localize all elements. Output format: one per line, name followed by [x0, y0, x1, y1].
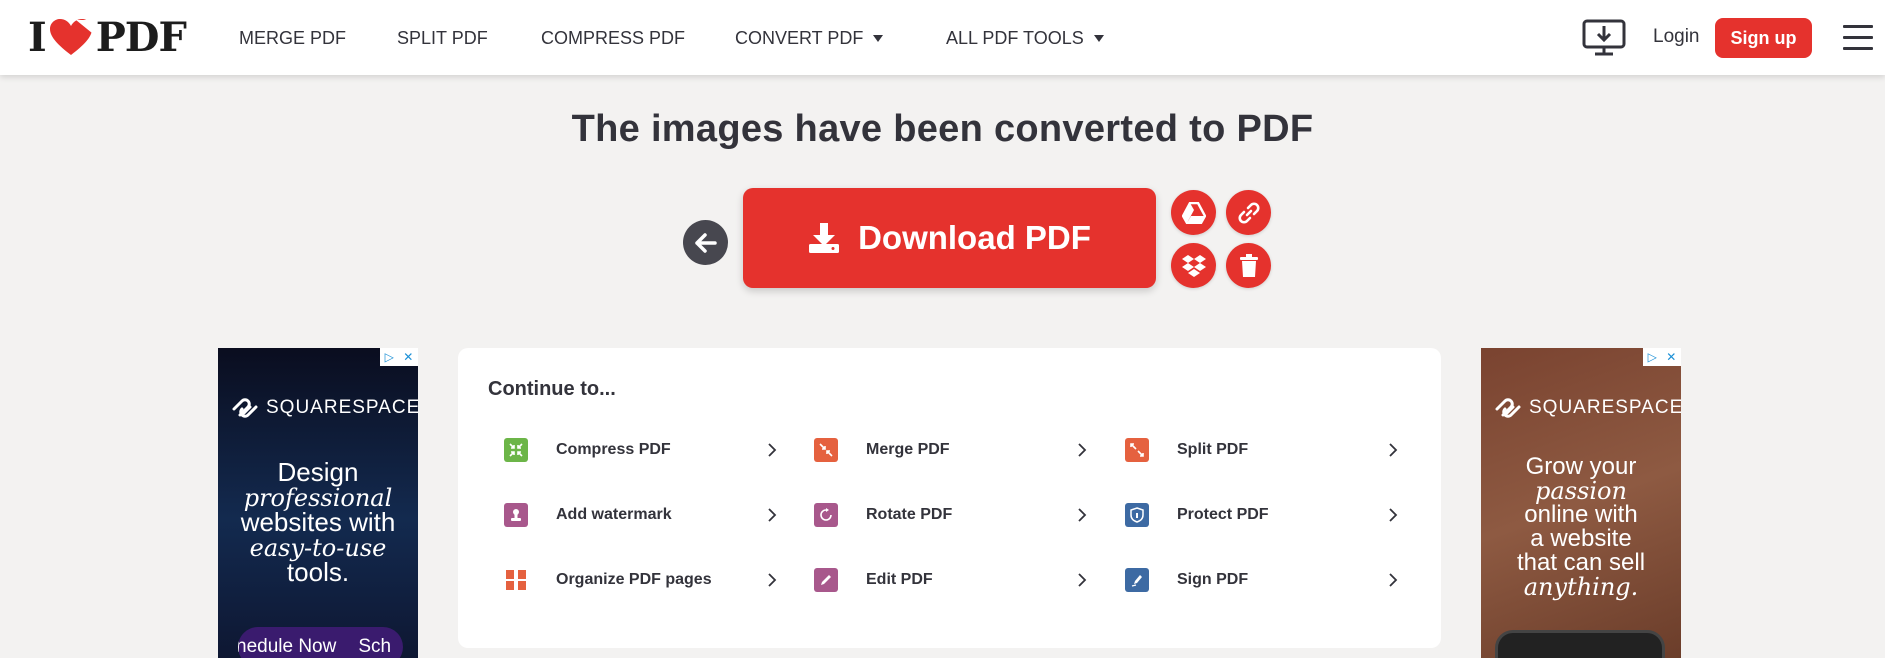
login-link[interactable]: Login [1653, 26, 1700, 48]
desktop-download-icon[interactable] [1582, 19, 1626, 57]
tool-label: Add watermark [556, 506, 672, 523]
signup-button[interactable]: Sign up [1715, 18, 1812, 58]
link-icon [1237, 201, 1260, 224]
chevron-right-icon [1078, 573, 1087, 587]
tool-label: Sign PDF [1177, 571, 1249, 588]
continue-title: Continue to... [488, 378, 616, 400]
nav-label: CONVERT PDF [735, 27, 864, 48]
organize-icon [504, 568, 528, 592]
nav-label: COMPRESS PDF [541, 27, 686, 48]
hamburger-menu-icon[interactable] [1843, 25, 1873, 51]
compress-icon [504, 438, 528, 462]
tool-label: Merge PDF [866, 441, 950, 458]
delete-button[interactable] [1226, 243, 1271, 288]
tool-edit-pdf[interactable]: Edit PDF [798, 555, 1093, 605]
ad-brand: SQUARESPACE [1493, 395, 1681, 421]
back-button[interactable] [683, 220, 728, 265]
squarespace-logo-icon [232, 398, 258, 418]
logo-letter-i: I [28, 13, 47, 61]
adchoices-icon[interactable]: ▷ ✕ [1643, 348, 1681, 366]
chevron-right-icon [1389, 508, 1398, 522]
ad-headline-line: that can sell [1516, 549, 1646, 576]
top-navbar: I PDF MERGE PDF SPLIT PDF COMPRESS PDF C… [0, 0, 1885, 75]
tool-label: Protect PDF [1177, 506, 1269, 523]
ad-headline-line: Design [277, 457, 359, 487]
dropbox-icon [1181, 254, 1206, 277]
ilovepdf-logo[interactable]: I PDF [28, 14, 187, 61]
tool-label: Edit PDF [866, 571, 933, 588]
caret-down-icon [873, 34, 884, 42]
sign-icon [1125, 568, 1149, 592]
tool-compress-pdf[interactable]: Compress PDF [488, 425, 783, 475]
ad-headline-line: tools. [286, 557, 350, 587]
ad-headline-line: online with [1524, 501, 1638, 528]
nav-all-pdf-tools-dropdown[interactable]: ALL PDF TOOLS [946, 26, 1104, 50]
tool-label: Compress PDF [556, 441, 671, 458]
ad-headline-line: a website [1530, 525, 1632, 552]
tool-rotate-pdf[interactable]: Rotate PDF [798, 490, 1093, 540]
google-drive-button[interactable] [1171, 190, 1216, 235]
ad-phone-image [1495, 630, 1665, 658]
advertisement-left[interactable]: ▷ ✕ SQUARESPACE Design professional websi… [218, 348, 418, 658]
chevron-right-icon [768, 443, 777, 457]
ad-headline-line: Grow your [1525, 453, 1637, 480]
tool-sign-pdf[interactable]: Sign PDF [1109, 555, 1404, 605]
nav-convert-pdf-dropdown[interactable]: CONVERT PDF [735, 26, 884, 50]
chevron-right-icon [768, 508, 777, 522]
nav-label: MERGE PDF [239, 27, 347, 48]
trash-icon [1239, 253, 1258, 277]
rotate-icon [814, 503, 838, 527]
ad-cta-label: hedule Now [238, 636, 337, 657]
dropbox-button[interactable] [1171, 243, 1216, 288]
chevron-right-icon [1389, 443, 1398, 457]
shield-icon [1125, 503, 1149, 527]
arrow-left-icon [694, 232, 717, 253]
chevron-right-icon [768, 573, 777, 587]
download-icon [809, 223, 840, 253]
caret-down-icon [1093, 34, 1104, 42]
ad-brand: SQUARESPACE [230, 395, 418, 421]
ad-cta-button[interactable]: hedule Now Sch [238, 627, 403, 658]
tool-split-pdf[interactable]: Split PDF [1109, 425, 1404, 475]
adchoices-icon[interactable]: ▷ ✕ [380, 348, 418, 366]
ad-brand-label: SQUARESPACE [266, 397, 418, 418]
nav-merge-pdf[interactable]: MERGE PDF [239, 26, 346, 50]
tool-protect-pdf[interactable]: Protect PDF [1109, 490, 1404, 540]
share-link-button[interactable] [1226, 190, 1271, 235]
heart-icon [49, 19, 92, 55]
tool-add-watermark[interactable]: Add watermark [488, 490, 783, 540]
page-title: The images have been converted to PDF [571, 108, 1314, 150]
download-pdf-button[interactable]: Download PDF [743, 188, 1156, 288]
merge-icon [814, 438, 838, 462]
watermark-icon [504, 503, 528, 527]
advertisement-right[interactable]: ▷ ✕ SQUARESPACE Grow your passion online … [1481, 348, 1681, 658]
chevron-right-icon [1078, 443, 1087, 457]
ad-cta-extra: Sch [358, 636, 392, 657]
google-drive-icon [1181, 201, 1206, 224]
nav-compress-pdf[interactable]: COMPRESS PDF [541, 26, 685, 50]
download-label: Download PDF [858, 219, 1091, 256]
squarespace-logo-icon [1495, 398, 1521, 418]
nav-split-pdf[interactable]: SPLIT PDF [397, 26, 488, 50]
nav-label: SPLIT PDF [397, 27, 488, 48]
ad-headline-italic: anything. [1523, 573, 1639, 601]
chevron-right-icon [1078, 508, 1087, 522]
tool-label: Split PDF [1177, 441, 1249, 458]
tool-organize-pdf-pages[interactable]: Organize PDF pages [488, 555, 783, 605]
ad-brand-label: SQUARESPACE [1529, 397, 1681, 418]
tool-merge-pdf[interactable]: Merge PDF [798, 425, 1093, 475]
nav-label: ALL PDF TOOLS [946, 27, 1084, 48]
ad-headline-line: websites with [240, 507, 396, 537]
tool-label: Organize PDF pages [556, 571, 712, 588]
chevron-right-icon [1389, 573, 1398, 587]
tool-label: Rotate PDF [866, 506, 953, 523]
continue-panel: Continue to... Compress PDF Merge PDF Sp… [458, 348, 1441, 648]
logo-text-pdf: PDF [95, 13, 187, 61]
split-icon [1125, 438, 1149, 462]
ad-headline-line: anything. [1481, 574, 1681, 600]
pencil-icon [814, 568, 838, 592]
